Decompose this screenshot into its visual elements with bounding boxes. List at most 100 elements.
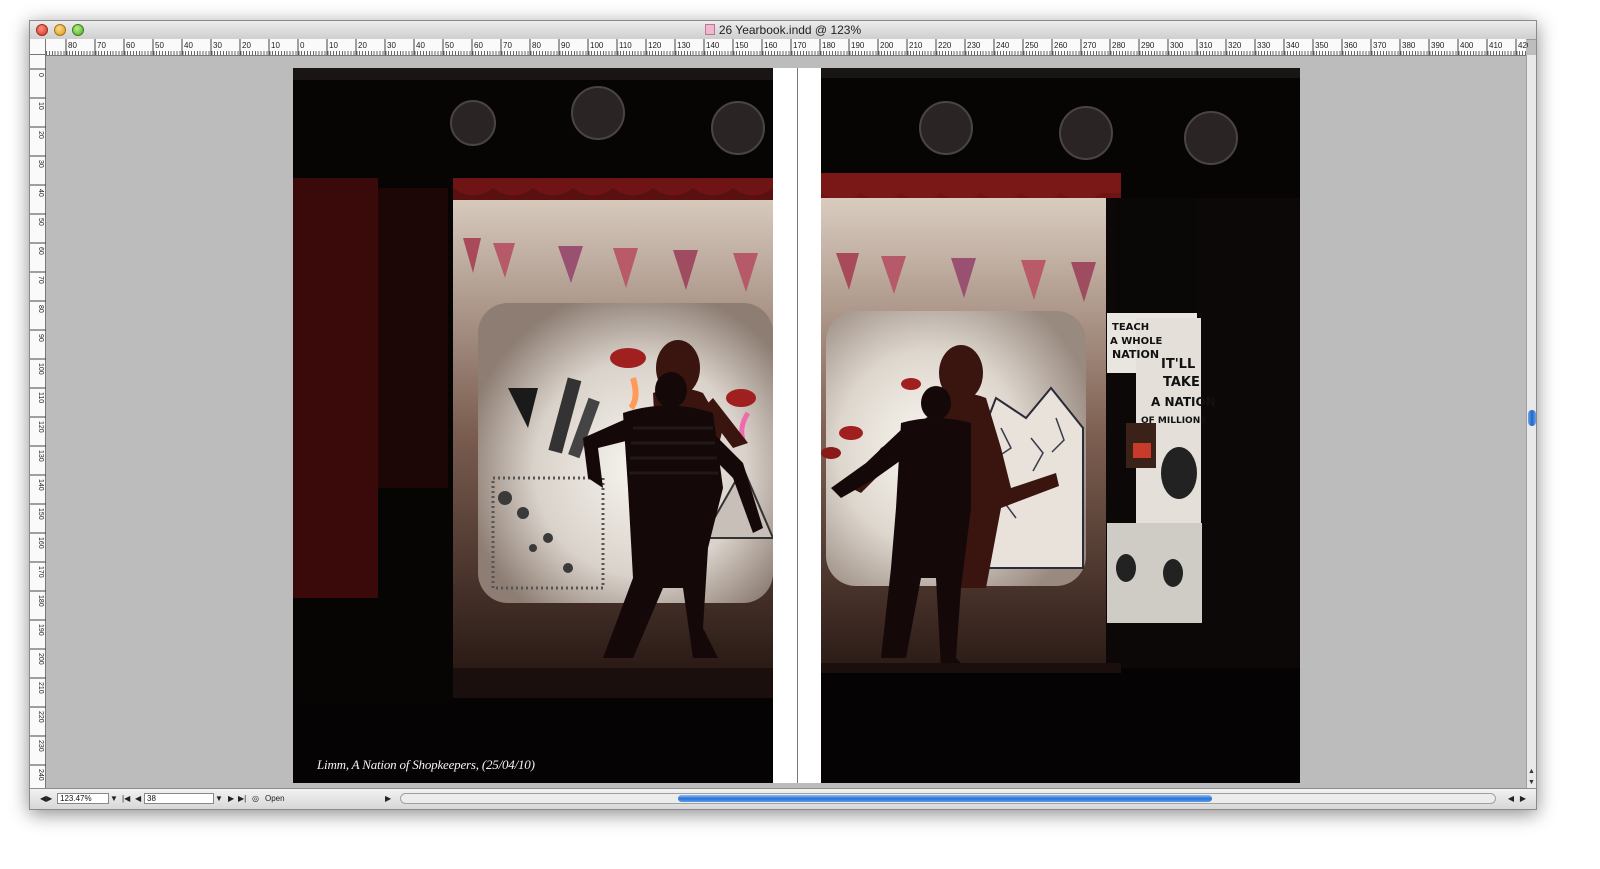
ruler-label: 80 [532, 41, 541, 50]
ruler-label: 270 [1083, 41, 1097, 50]
ruler-label: 420 [1518, 41, 1528, 50]
ruler-label: 40 [184, 41, 193, 50]
left-photo-frame[interactable] [293, 68, 773, 783]
ruler-label: 250 [1025, 41, 1039, 50]
ruler-label: 10 [271, 41, 280, 50]
document-icon [704, 24, 715, 35]
ruler-label: 190 [851, 41, 865, 50]
toggle-view-icon[interactable]: ◀▶ [40, 794, 52, 803]
indesign-window: 26 Yearbook.indd @ 123% 80 70 60 50 40 30 20 10… [29, 20, 1537, 810]
ruler-label: 320 [1228, 41, 1242, 50]
page-number-field[interactable]: 38 [144, 793, 214, 804]
status-bar: ◀▶ 123.47% ▼ |◀ ◀ 38 ▼ ▶ ▶| ◎ Open ▶ ◀ ▶ [30, 788, 1536, 809]
window-title-group: 26 Yearbook.indd @ 123% [30, 23, 1536, 37]
ruler-label: 50 [445, 41, 454, 50]
ruler-label: 360 [1344, 41, 1358, 50]
ruler-label: 200 [880, 41, 894, 50]
ruler-label: 240 [37, 769, 44, 781]
ruler-label: 90 [37, 334, 44, 342]
zoom-dropdown-icon[interactable]: ▼ [110, 794, 118, 803]
ruler-label: 180 [822, 41, 836, 50]
ruler-label: 390 [1431, 41, 1445, 50]
ruler-label: 60 [474, 41, 483, 50]
scroll-right-arrow-icon[interactable]: ▶ [1520, 794, 1526, 803]
zoom-field[interactable]: 123.47% [57, 793, 109, 804]
ruler-label: 10 [329, 41, 338, 50]
ruler-label: 20 [37, 131, 44, 139]
ruler-label: 110 [37, 392, 44, 403]
pasteboard[interactable]: TEACH A WHOLE NATION IT'LL TAKE A NATION… [47, 56, 1526, 789]
ruler-label: 180 [37, 595, 44, 607]
page-dropdown-icon[interactable]: ▼ [215, 794, 223, 803]
ruler-label: 240 [996, 41, 1010, 50]
ruler-label: 200 [37, 653, 44, 665]
ruler-label: 60 [126, 41, 135, 50]
ruler-label: 30 [387, 41, 396, 50]
ruler-label: 340 [1286, 41, 1300, 50]
ruler-label: 400 [1460, 41, 1474, 50]
scroll-left-arrow-icon[interactable]: ◀ [1508, 794, 1514, 803]
shadow-puppet-photo-left [293, 68, 773, 783]
scroll-up-arrow-icon[interactable]: ▲ [1527, 767, 1536, 777]
vertical-scroll-thumb[interactable] [1528, 410, 1536, 426]
ruler-label: 160 [764, 41, 778, 50]
ruler-label: 110 [619, 41, 632, 50]
status-menu-arrow-icon[interactable]: ▶ [385, 794, 391, 803]
title-bar[interactable]: 26 Yearbook.indd @ 123% [30, 21, 1536, 40]
last-page-icon[interactable]: ▶| [238, 794, 246, 803]
ruler-label: 410 [1489, 41, 1503, 50]
next-page-icon[interactable]: ▶ [228, 794, 234, 803]
document-status[interactable]: Open [265, 794, 285, 803]
ruler-label: 70 [37, 276, 44, 284]
horizontal-ruler[interactable]: 80 70 60 50 40 30 20 10 0 10 20 30 40 50 60 70 80 90 100 11… [46, 39, 1528, 56]
ruler-label: 170 [793, 41, 807, 50]
ruler-label: 230 [967, 41, 981, 50]
ruler-label: 40 [416, 41, 425, 50]
vertical-ruler[interactable]: 0 10 20 30 40 50 60 70 80 90 100 110 120 130 140 150 160… [30, 55, 46, 789]
ruler-label: 20 [242, 41, 251, 50]
ruler-label: 60 [37, 247, 44, 255]
photo-caption[interactable]: Limm, A Nation of Shopkeepers, (25/04/10… [317, 757, 535, 773]
ruler-label: 70 [97, 41, 106, 50]
right-photo-frame[interactable]: TEACH A WHOLE NATION IT'LL TAKE A NATION… [821, 68, 1300, 783]
poster-line-2: TAKE [1163, 375, 1200, 390]
poster-line-3: A NATION [1151, 395, 1216, 409]
ruler-label: 100 [590, 41, 604, 50]
ruler-label: 260 [1054, 41, 1068, 50]
ruler-label: 370 [1373, 41, 1387, 50]
ruler-label: 220 [938, 41, 952, 50]
preflight-icon[interactable]: ◎ [252, 794, 259, 803]
ruler-label: 150 [37, 508, 44, 520]
sign-line-2: A WHOLE [1110, 336, 1162, 347]
ruler-label: 290 [1141, 41, 1155, 50]
ruler-label: 50 [37, 218, 44, 226]
horizontal-scroll-thumb[interactable] [678, 795, 1212, 802]
ruler-label: 20 [358, 41, 367, 50]
ruler-label: 100 [37, 363, 44, 375]
first-page-icon[interactable]: |◀ [122, 794, 130, 803]
ruler-label: 210 [37, 682, 44, 694]
scroll-down-arrow-icon[interactable]: ▼ [1527, 778, 1536, 788]
ruler-label: 350 [1315, 41, 1329, 50]
previous-page-icon[interactable]: ◀ [135, 794, 141, 803]
ruler-label: 40 [37, 189, 44, 197]
ruler-label: 300 [1170, 41, 1184, 50]
horizontal-scrollbar[interactable] [400, 793, 1496, 804]
ruler-label: 330 [1257, 41, 1271, 50]
ruler-label: 230 [37, 740, 44, 752]
poster-line-1: IT'LL [1161, 357, 1195, 372]
ruler-label: 140 [37, 479, 44, 491]
ruler-label: 70 [503, 41, 512, 50]
ruler-label: 10 [37, 102, 44, 110]
ruler-label: 210 [909, 41, 923, 50]
ruler-label: 30 [213, 41, 222, 50]
ruler-label: 120 [648, 41, 662, 50]
ruler-label: 80 [68, 41, 77, 50]
ruler-label: 50 [155, 41, 164, 50]
vertical-scrollbar[interactable]: ▲ ▼ [1526, 55, 1536, 789]
shadow-puppet-photo-right: TEACH A WHOLE NATION IT'LL TAKE A NATION… [821, 68, 1300, 783]
ruler-origin[interactable] [30, 39, 46, 55]
ruler-label: 0 [37, 73, 44, 77]
ruler-label: 190 [37, 624, 44, 636]
page-spread[interactable]: TEACH A WHOLE NATION IT'LL TAKE A NATION… [293, 68, 1300, 783]
